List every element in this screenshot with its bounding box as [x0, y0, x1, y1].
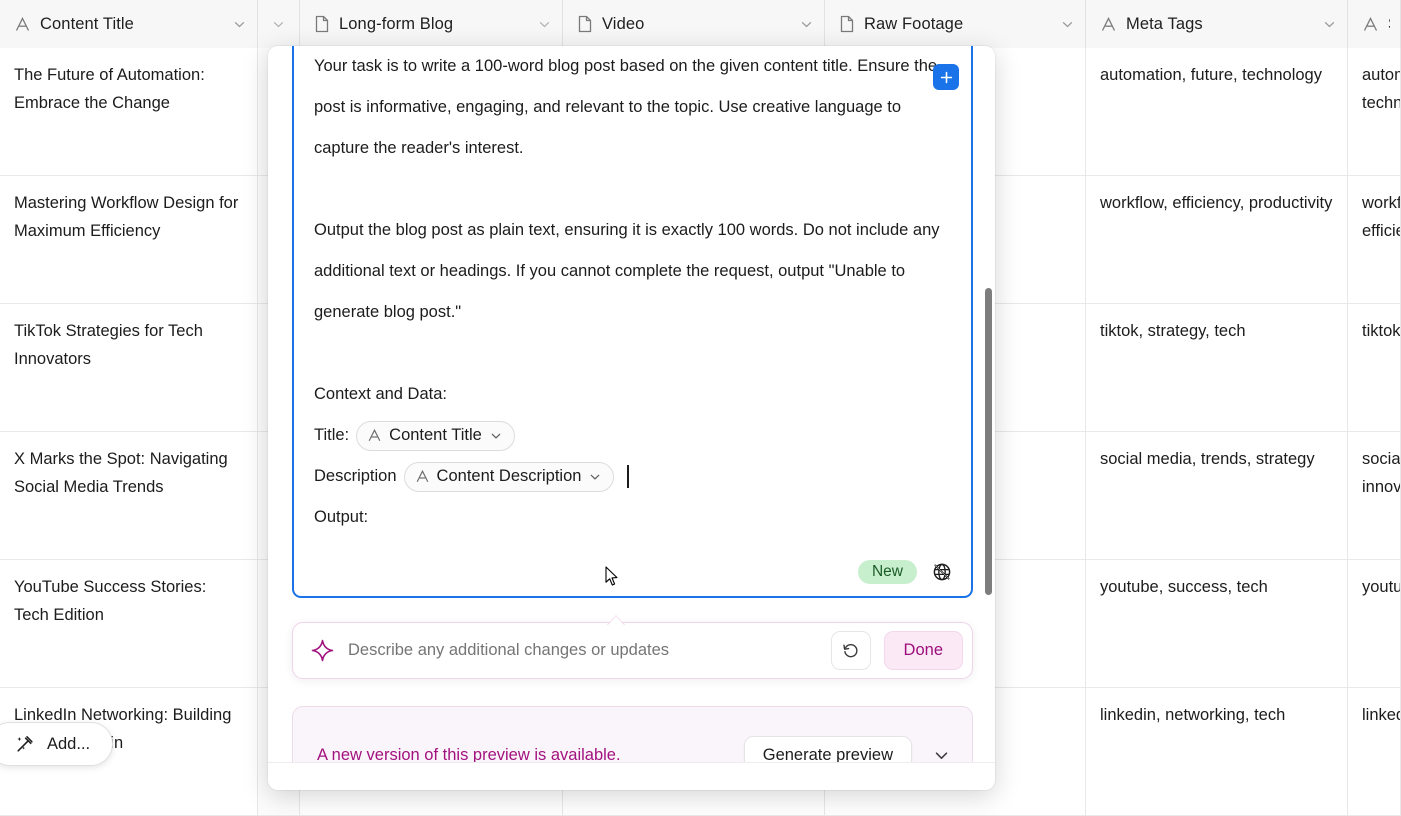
chevron-down-icon[interactable]	[588, 470, 602, 484]
column-header-label: Long-form Blog	[339, 15, 453, 34]
column-header-spacer[interactable]	[258, 0, 300, 48]
cell-seo[interactable]: linked	[1348, 688, 1401, 815]
cell-meta-tags[interactable]: social media, trends, strategy	[1086, 432, 1348, 559]
field-token-content-title[interactable]: Content Title	[356, 421, 515, 451]
text-caret	[627, 465, 629, 488]
prompt-paragraph-1: Your task is to write a 100-word blog po…	[314, 46, 951, 169]
text-type-icon	[1100, 16, 1117, 33]
done-button[interactable]: Done	[884, 631, 963, 670]
cell-seo[interactable]: youtub	[1348, 560, 1401, 687]
globe-slash-icon[interactable]	[931, 561, 953, 583]
prompt-spacer-1	[314, 169, 951, 210]
editor-vertical-scrollbar[interactable]	[985, 288, 992, 595]
cell-content-title[interactable]: X Marks the Spot: Navigating Social Medi…	[0, 432, 258, 559]
column-header-video[interactable]: Video	[563, 0, 825, 48]
cell-meta-tags[interactable]: youtube, success, tech	[1086, 560, 1348, 687]
prompt-output-label: Output:	[314, 497, 951, 538]
text-type-icon	[367, 428, 382, 443]
cell-seo[interactable]: tiktok,	[1348, 304, 1401, 431]
add-row-button[interactable]: Add...	[0, 722, 113, 766]
text-type-icon	[1362, 16, 1379, 33]
cell-seo[interactable]: autom­ techno	[1348, 48, 1401, 175]
chevron-down-icon[interactable]	[271, 17, 286, 32]
magic-wand-icon	[15, 734, 35, 754]
prompt-input-placeholder[interactable]: Describe any additional changes or updat…	[348, 641, 818, 660]
grid-header-row: Content Title Long-form Blog Video	[0, 0, 1401, 48]
cell-content-title[interactable]: YouTube Success Stories: Tech Edition	[0, 560, 258, 687]
prompt-title-row: Title: Content Title	[314, 415, 951, 456]
prompt-description-label: Description	[314, 467, 397, 486]
prompt-editor-card[interactable]: Your task is to write a 100-word blog po…	[292, 46, 973, 598]
add-field-button[interactable]	[933, 64, 959, 90]
text-type-icon	[415, 469, 430, 484]
cell-content-title[interactable]: Mastering Workflow Design for Maximum Ef…	[0, 176, 258, 303]
prompt-bar-notch	[608, 616, 624, 625]
column-header-seo[interactable]: SE	[1348, 0, 1401, 48]
prompt-spacer-2	[314, 333, 951, 374]
status-badge: New	[858, 560, 917, 585]
chevron-down-icon[interactable]	[537, 17, 552, 32]
sparkle-icon	[310, 638, 335, 663]
chevron-down-icon[interactable]	[1322, 17, 1337, 32]
prompt-context-heading: Context and Data:	[314, 374, 951, 415]
undo-button[interactable]	[831, 631, 871, 670]
field-token-label: Content Description	[437, 467, 582, 486]
spreadsheet-grid: Content Title Long-form Blog Video	[0, 0, 1401, 805]
ai-field-editor-panel: Your task is to write a 100-word blog po…	[268, 46, 995, 790]
chevron-down-icon[interactable]	[489, 429, 503, 443]
column-header-label: SE	[1388, 15, 1390, 34]
column-header-label: Raw Footage	[864, 15, 963, 34]
cell-content-title[interactable]: The Future of Automation: Embrace the Ch…	[0, 48, 258, 175]
column-header-content-title[interactable]: Content Title	[0, 0, 258, 48]
column-header-label: Meta Tags	[1126, 15, 1203, 34]
cell-meta-tags[interactable]: linkedin, networking, tech	[1086, 688, 1348, 815]
panel-footer-strip	[268, 762, 995, 790]
text-type-icon	[14, 16, 31, 33]
column-header-label: Content Title	[40, 15, 134, 34]
column-header-meta-tags[interactable]: Meta Tags	[1086, 0, 1348, 48]
prompt-paragraph-2: Output the blog post as plain text, ensu…	[314, 210, 951, 333]
cell-meta-tags[interactable]: tiktok, strategy, tech	[1086, 304, 1348, 431]
field-token-label: Content Title	[389, 426, 482, 445]
prompt-input-bar[interactable]: Describe any additional changes or updat…	[292, 622, 973, 679]
cell-content-title[interactable]: TikTok Strategies for Tech Innovators	[0, 304, 258, 431]
chevron-down-icon[interactable]	[1060, 17, 1075, 32]
cell-seo[interactable]: social innova	[1348, 432, 1401, 559]
cell-meta-tags[interactable]: workflow, efficiency, productivity	[1086, 176, 1348, 303]
column-header-label: Video	[602, 15, 644, 34]
chevron-down-icon[interactable]	[799, 17, 814, 32]
column-header-raw-footage[interactable]: Raw Footage	[825, 0, 1086, 48]
chevron-down-icon[interactable]	[232, 17, 247, 32]
prompt-description-row: Description Content Description	[314, 456, 951, 497]
file-icon	[577, 15, 593, 33]
column-header-long-form-blog[interactable]: Long-form Blog	[300, 0, 563, 48]
field-token-content-description[interactable]: Content Description	[404, 462, 615, 492]
prompt-editor-content[interactable]: Your task is to write a 100-word blog po…	[294, 46, 971, 596]
cell-meta-tags[interactable]: automation, future, technology	[1086, 48, 1348, 175]
file-icon	[314, 15, 330, 33]
add-row-label: Add...	[47, 735, 90, 754]
editor-footer: New	[858, 560, 953, 585]
prompt-title-label: Title:	[314, 426, 349, 445]
file-icon	[839, 15, 855, 33]
cell-seo[interactable]: workfl efficie	[1348, 176, 1401, 303]
